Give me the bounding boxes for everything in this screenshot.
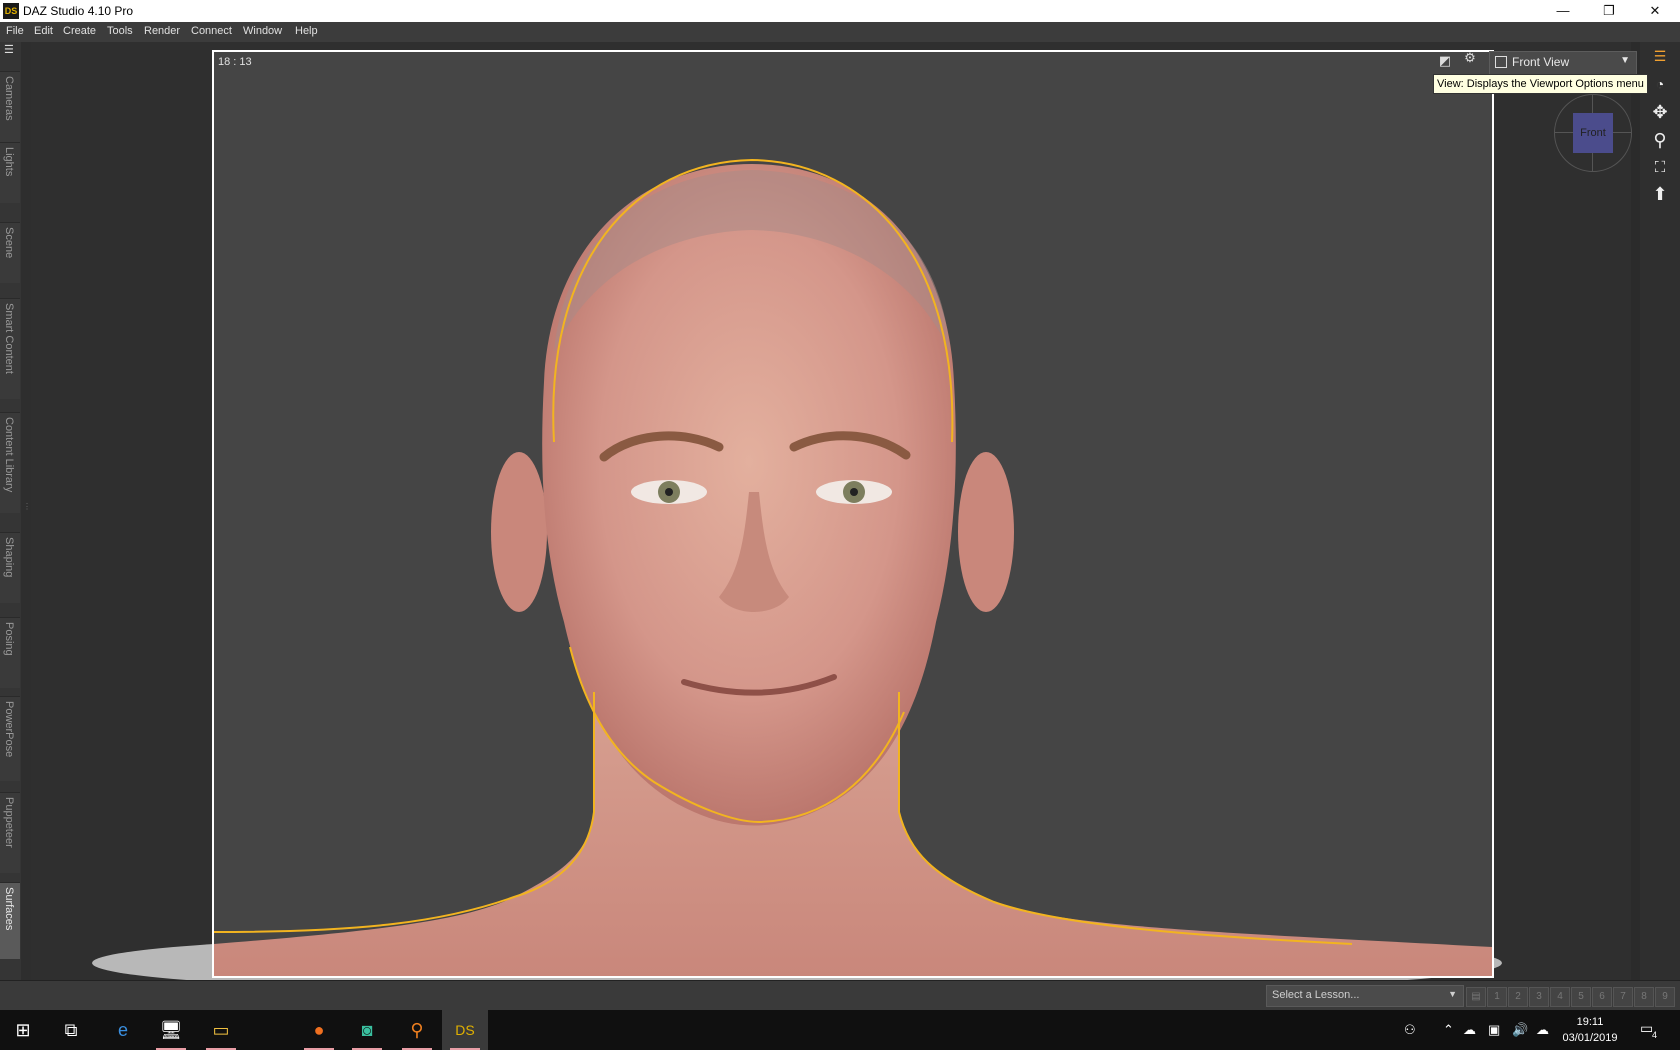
tab-cameras[interactable]: Cameras	[0, 71, 20, 142]
restore-button[interactable]: ❐	[1586, 0, 1632, 22]
cloud-sync-icon[interactable]: ☁	[1536, 1022, 1549, 1038]
tab-shaping[interactable]: Shaping	[0, 532, 20, 603]
tab-surfaces[interactable]: Surfaces	[0, 882, 20, 959]
viewport-tools: ☰ ◔ ✥ ⚲ ⛶ ⬆	[1640, 42, 1680, 980]
chevron-down-icon: ▼	[1620, 55, 1630, 66]
tab-label: Content Library	[3, 417, 15, 493]
daz-app-icon: DS	[3, 3, 19, 19]
lesson-list-icon[interactable]: ▤	[1466, 987, 1486, 1007]
orbit-icon[interactable]: ◔	[1648, 72, 1672, 96]
onedrive-icon[interactable]: ☁	[1463, 1022, 1476, 1038]
left-pane-tabs: ☰ Cameras Lights Scene Smart Content Con…	[0, 42, 22, 980]
task-view-icon[interactable]: ⧉	[48, 1010, 94, 1050]
status-bar: Select a Lesson... ▼ ▤ 1 2 3 4 5 6 7 8 9	[0, 980, 1680, 1011]
menu-tools[interactable]: Tools	[107, 25, 133, 37]
lesson-step-button[interactable]: 3	[1529, 987, 1549, 1007]
app-g-icon[interactable]: ◙	[344, 1010, 390, 1050]
network-icon[interactable]: ▣	[1488, 1022, 1500, 1038]
tab-powerpose[interactable]: PowerPose	[0, 696, 20, 781]
lesson-step-button[interactable]: 2	[1508, 987, 1528, 1007]
tab-label: Posing	[3, 622, 15, 656]
daz-studio-taskbar-icon[interactable]: DS	[442, 1010, 488, 1050]
lesson-step-button[interactable]: 7	[1613, 987, 1633, 1007]
lesson-step-button[interactable]: 1	[1487, 987, 1507, 1007]
file-explorer-icon[interactable]: ▭	[198, 1010, 244, 1050]
action-center-icon[interactable]: ▭ 4	[1640, 1020, 1658, 1040]
tab-label: Smart Content	[3, 303, 15, 374]
pan-move-icon[interactable]: ✥	[1648, 100, 1672, 124]
clock-date: 03/01/2019	[1562, 1032, 1618, 1044]
zoom-icon[interactable]: ⚲	[1648, 128, 1672, 152]
firefox-icon[interactable]: ●	[296, 1010, 342, 1050]
volume-icon[interactable]: 🔊	[1512, 1022, 1528, 1038]
edge-browser-icon[interactable]: e	[100, 1010, 146, 1050]
draw-style-icon[interactable]: ◩	[1437, 53, 1453, 69]
nav-cube-front-face[interactable]: Front	[1573, 113, 1613, 153]
pane-splitter[interactable]: ⋮	[21, 42, 31, 980]
menu-help[interactable]: Help	[295, 25, 318, 37]
viewport-options-tooltip: View: Displays the Viewport Options menu	[1433, 74, 1648, 94]
clock-time: 19:11	[1576, 1016, 1604, 1028]
view-dropdown[interactable]: Front View ▼	[1489, 51, 1637, 75]
viewport-options-menu-icon[interactable]: ☰	[1648, 44, 1672, 68]
tab-scene[interactable]: Scene	[0, 222, 20, 283]
tab-label: Shaping	[3, 537, 15, 578]
pane-menu-icon[interactable]: ☰	[4, 44, 17, 56]
tab-label: PowerPose	[3, 701, 15, 758]
lesson-step-button[interactable]: 5	[1571, 987, 1591, 1007]
tab-puppeteer[interactable]: Puppeteer	[0, 792, 20, 873]
menu-create[interactable]: Create	[63, 25, 96, 37]
frame-icon[interactable]: ⛶	[1648, 156, 1672, 180]
view-dropdown-label: Front View	[1512, 55, 1570, 69]
menu-window[interactable]: Window	[243, 25, 282, 37]
lesson-step-button[interactable]: 9	[1655, 987, 1675, 1007]
menu-file[interactable]: File	[6, 25, 24, 37]
search-tool-icon[interactable]: ⚲	[394, 1010, 440, 1050]
menu-connect[interactable]: Connect	[191, 25, 232, 37]
navigation-cube[interactable]: Front	[1554, 94, 1632, 172]
close-button[interactable]: ✕	[1632, 0, 1678, 22]
chevron-down-icon: ▼	[1448, 989, 1457, 999]
splitter-grip-icon: ⋮	[23, 502, 31, 511]
tab-label: Cameras	[3, 76, 15, 121]
remote-desktop-icon[interactable]: 🖥	[148, 1010, 194, 1050]
menu-bar: File Edit Create Tools Render Connect Wi…	[0, 22, 1680, 42]
menu-render[interactable]: Render	[144, 25, 180, 37]
lesson-select-label: Select a Lesson...	[1272, 989, 1360, 1001]
windows-start-icon[interactable]: ⊞	[0, 1010, 46, 1050]
camera-icon[interactable]: ⚙	[1462, 50, 1478, 66]
tab-posing[interactable]: Posing	[0, 617, 20, 688]
tab-lights[interactable]: Lights	[0, 142, 20, 203]
render-frame[interactable]: 18 : 13	[212, 50, 1494, 978]
figure-head-render[interactable]	[214, 52, 1492, 976]
reset-view-icon[interactable]: ⬆	[1648, 182, 1672, 206]
lesson-step-button[interactable]: 8	[1634, 987, 1654, 1007]
lesson-step-button[interactable]: 6	[1592, 987, 1612, 1007]
lesson-select[interactable]: Select a Lesson... ▼	[1266, 985, 1464, 1007]
minimize-button[interactable]: —	[1540, 0, 1586, 22]
notification-count: 4	[1652, 1030, 1658, 1040]
show-hidden-icons-icon[interactable]: ⌃	[1443, 1022, 1454, 1038]
menu-edit[interactable]: Edit	[34, 25, 53, 37]
tab-label: Surfaces	[3, 887, 15, 931]
windows-taskbar: ⊞ ⧉ e 🖥 ▭ ● ◙ ⚲ DS ⚇ ⌃ ☁ ▣ 🔊 ☁ 19:11 03/…	[0, 1010, 1680, 1050]
tab-label: Scene	[3, 227, 15, 259]
lesson-step-button[interactable]: 4	[1550, 987, 1570, 1007]
tab-label: Lights	[3, 147, 15, 177]
tab-content-library[interactable]: Content Library	[0, 412, 20, 513]
taskbar-clock[interactable]: 19:11 03/01/2019	[1555, 1014, 1625, 1046]
view-grid-icon	[1495, 56, 1507, 68]
title-bar: DS DAZ Studio 4.10 Pro — ❐ ✕	[0, 0, 1680, 22]
tab-smart-content[interactable]: Smart Content	[0, 298, 20, 399]
window-title: DAZ Studio 4.10 Pro	[23, 4, 134, 18]
people-icon[interactable]: ⚇	[1404, 1022, 1416, 1038]
tab-label: Puppeteer	[3, 797, 15, 848]
